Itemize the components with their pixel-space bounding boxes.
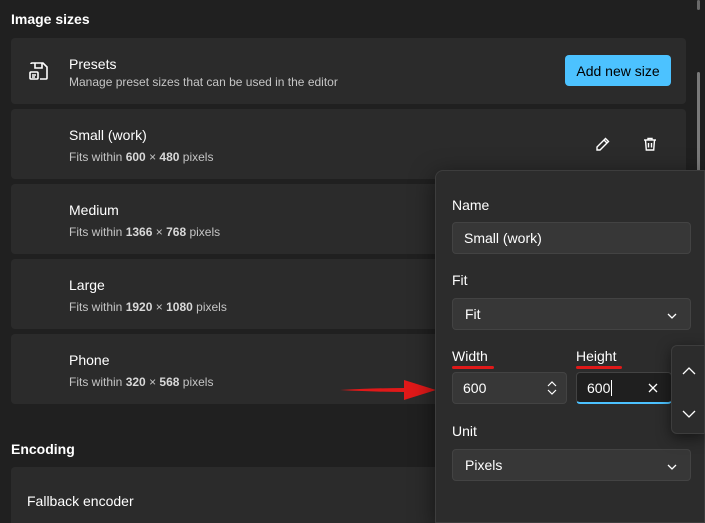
width-annotation-underline — [452, 366, 494, 369]
size-item-name: Medium — [69, 202, 119, 218]
trash-icon[interactable] — [638, 132, 662, 156]
fit-label: Fit — [452, 272, 468, 288]
presets-subtitle: Manage preset sizes that can be used in … — [69, 75, 338, 89]
chevron-up-icon[interactable] — [682, 363, 696, 381]
pencil-icon[interactable] — [591, 132, 615, 156]
width-label: Width — [452, 348, 488, 364]
presets-title: Presets — [69, 56, 117, 72]
unit-dropdown[interactable]: Pixels — [452, 449, 691, 481]
settings-page: Image sizes Presets Manage preset sizes … — [0, 0, 705, 523]
edit-size-flyout: Name Small (work) Fit Fit Width 600 Heig… — [435, 170, 705, 523]
close-icon[interactable] — [647, 381, 659, 397]
size-item-small-work[interactable]: Small (work) Fits within 600 × 480 pixel… — [11, 109, 686, 179]
width-number-box[interactable]: 600 — [452, 372, 567, 404]
height-annotation-underline — [576, 366, 622, 369]
text-caret — [611, 379, 613, 396]
name-field[interactable]: Small (work) — [452, 222, 691, 254]
updown-spinner-icon[interactable] — [546, 380, 558, 399]
annotation-arrow — [340, 380, 436, 400]
chevron-down-icon[interactable] — [682, 406, 696, 424]
encoding-heading: Encoding — [11, 441, 75, 457]
size-item-name: Phone — [69, 352, 110, 368]
height-number-box[interactable]: 600 — [576, 372, 672, 404]
unit-label: Unit — [452, 423, 477, 439]
fit-selected-value: Fit — [465, 306, 481, 322]
size-item-description: Fits within 600 × 480 pixels — [69, 150, 214, 164]
size-item-name: Large — [69, 277, 105, 293]
size-item-description: Fits within 1920 × 1080 pixels — [69, 300, 227, 314]
image-sizes-heading: Image sizes — [11, 11, 90, 27]
chevron-down-icon — [666, 460, 678, 472]
size-item-description: Fits within 1366 × 768 pixels — [69, 225, 221, 239]
add-new-size-button[interactable]: Add new size — [565, 55, 671, 86]
spin-button-panel — [671, 345, 705, 434]
width-value: 600 — [463, 380, 487, 396]
name-label: Name — [452, 197, 490, 213]
height-value: 600 — [587, 379, 611, 396]
presets-card: Presets Manage preset sizes that can be … — [11, 38, 686, 104]
fallback-encoder-label: Fallback encoder — [27, 493, 134, 509]
scrollbar-top-segment[interactable] — [697, 0, 700, 10]
fit-dropdown[interactable]: Fit — [452, 298, 691, 330]
size-item-description: Fits within 320 × 568 pixels — [69, 375, 214, 389]
unit-selected-value: Pixels — [465, 457, 503, 473]
save-preset-icon — [28, 60, 50, 82]
size-item-name: Small (work) — [69, 127, 147, 143]
height-label: Height — [576, 348, 617, 364]
chevron-down-icon — [666, 309, 678, 321]
